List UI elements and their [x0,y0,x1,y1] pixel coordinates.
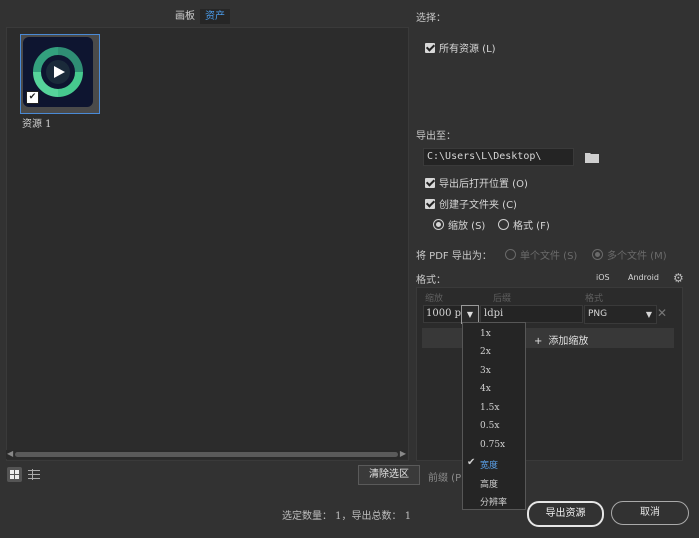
export-assets-button[interactable]: 导出资源 [527,501,604,527]
format-radio-label: 格式 (F) [513,221,550,232]
menu-item-3x[interactable]: 3x [480,366,491,376]
asset-name: 资源 1 [22,119,52,130]
scale-radio-option[interactable]: 缩放 (S) [433,217,485,232]
scroll-left-icon[interactable]: ◀ [7,449,13,458]
menu-item-width[interactable]: 宽度 [480,458,498,471]
folder-icon[interactable] [585,152,599,166]
scroll-right-icon[interactable]: ▶ [400,449,406,458]
scale-radio[interactable] [433,219,444,230]
cancel-button[interactable]: 取消 [611,501,689,525]
create-subfolder-label: 创建子文件夹 (C) [439,200,517,211]
pdf-single-radio[interactable] [505,249,516,260]
scale-input[interactable]: 1000 p [423,305,463,323]
menu-item-1x[interactable]: 1x [480,329,491,339]
tab-bar: 画板 资产 [170,9,230,24]
open-after-export-option[interactable]: 导出后打开位置 (O) [425,175,528,190]
menu-item-0-75x[interactable]: 0.75x [480,440,505,450]
menu-item-0-5x[interactable]: 0.5x [480,421,499,431]
scale-dropdown-menu: 1x 2x 3x 4x 1.5x 0.5x 0.75x ✔ 宽度 高度 分辨率 [462,322,526,510]
all-assets-checkbox[interactable] [425,42,435,53]
add-scale-button[interactable]: + 添加缩放 [534,332,588,347]
create-subfolder-checkbox[interactable] [425,198,435,209]
format-select-value: PNG [588,309,608,319]
format-select[interactable]: PNG ▼ [584,305,657,324]
all-assets-label: 所有资源 (L) [439,44,496,55]
assets-panel: ✔ 资源 1 [6,27,409,461]
checkmark-icon: ✔ [467,457,476,468]
grid-view-icon[interactable] [7,467,22,482]
pdf-multiple-radio[interactable] [592,249,603,260]
pdf-multiple-option[interactable]: 多个文件 (M) [592,247,667,262]
pdf-single-option[interactable]: 单个文件 (S) [505,247,577,262]
menu-item-height[interactable]: 高度 [480,477,498,490]
create-subfolder-option[interactable]: 创建子文件夹 (C) [425,196,517,211]
ios-preset-button[interactable]: iOS [596,273,610,282]
scrollbar-thumb[interactable] [15,452,398,457]
menu-item-2x[interactable]: 2x [480,347,491,357]
suffix-column-header: 后缀 [493,294,512,304]
gear-icon[interactable]: ⚙ [673,271,684,285]
pdf-multiple-label: 多个文件 (M) [607,251,667,262]
pdf-single-label: 单个文件 (S) [520,251,578,262]
menu-item-resolution[interactable]: 分辨率 [480,495,507,508]
formats-label: 格式： [416,275,446,286]
tab-artboard[interactable]: 画板 [170,9,200,24]
selection-status: 选定数量： 1，导出总数： 1 [282,511,412,522]
close-icon[interactable]: ✕ [657,306,667,320]
select-label: 选择： [416,13,446,24]
format-chevron-icon: ▼ [645,310,652,319]
format-column-header: 格式 [585,294,604,304]
clear-selection-button[interactable]: 清除选区 [358,465,420,485]
prefix-label: 前缀 (P) [428,473,466,484]
scale-column-header: 缩放 [425,294,444,304]
export-to-label: 导出至： [416,131,456,142]
android-preset-button[interactable]: Android [628,273,659,282]
asset-thumbnail[interactable]: ✔ [20,34,100,114]
suffix-input[interactable]: ldpi [480,305,583,323]
format-radio[interactable] [498,219,509,230]
tab-assets[interactable]: 资产 [200,9,230,24]
open-after-export-checkbox[interactable] [425,177,435,188]
horizontal-scrollbar[interactable]: ◀ ▶ [6,449,407,459]
scale-radio-label: 缩放 (S) [448,221,486,232]
list-view-icon[interactable] [27,467,42,482]
open-after-export-label: 导出后打开位置 (O) [439,179,528,190]
format-radio-option[interactable]: 格式 (F) [498,217,550,232]
pdf-export-label: 将 PDF 导出为： [416,251,492,262]
all-assets-option[interactable]: 所有资源 (L) [425,40,496,55]
menu-item-1-5x[interactable]: 1.5x [480,403,499,413]
menu-item-4x[interactable]: 4x [480,384,491,394]
asset-checkbox[interactable]: ✔ [26,91,39,104]
app-logo-image: ✔ [23,37,93,107]
export-path-field[interactable]: C:\Users\L\Desktop\ [423,148,574,166]
